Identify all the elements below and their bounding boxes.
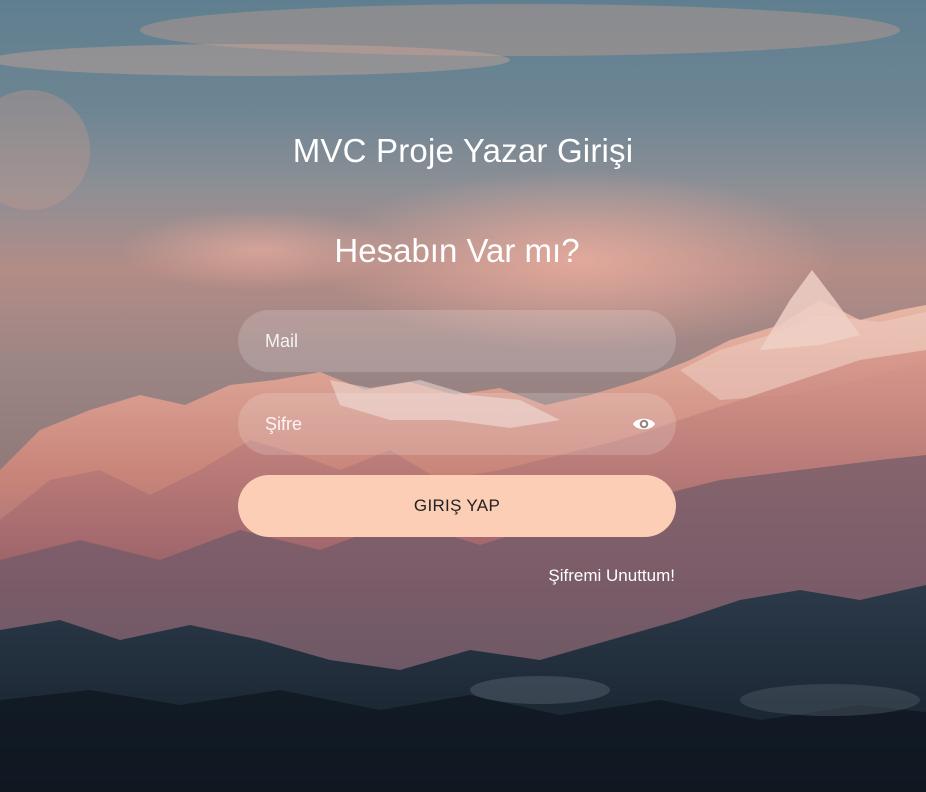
page-title: MVC Proje Yazar Girişi	[292, 132, 634, 170]
eye-icon[interactable]	[632, 414, 656, 434]
password-input[interactable]	[238, 393, 676, 455]
login-subtitle: Hesabın Var mı?	[334, 232, 580, 269]
forgot-password-link[interactable]: Şifremi Unuttum!	[548, 566, 675, 586]
mail-input[interactable]	[238, 310, 676, 372]
mail-field[interactable]	[238, 310, 676, 372]
login-button[interactable]: GIRIŞ YAP	[238, 475, 676, 537]
login-screen: MVC Proje Yazar Girişi Hesabın Var mı? G…	[0, 0, 926, 792]
password-field[interactable]	[238, 393, 676, 455]
